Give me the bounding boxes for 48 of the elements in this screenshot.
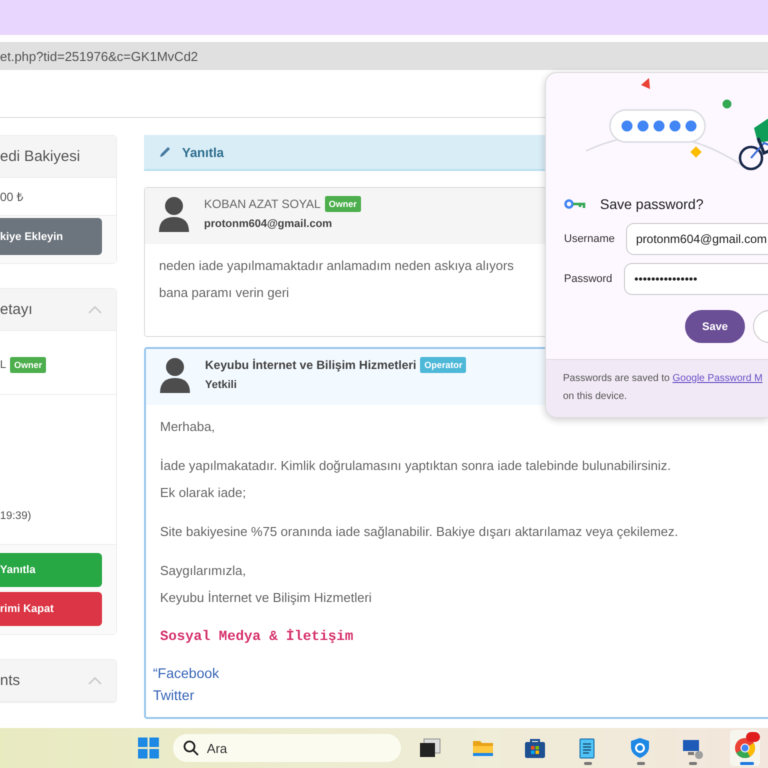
author-name: KOBAN AZAT SOYAL	[204, 197, 321, 211]
notification-badge-icon	[746, 732, 760, 742]
windows-start-icon	[138, 737, 159, 759]
role-badge: Operator	[420, 357, 466, 373]
message-text: Keyubu İnternet ve Bilişim Hizmetleri	[160, 589, 372, 607]
message-text: Site bakiyesine %75 oranında iade sağlanabilir. Bakiye dışarı aktarılamaz veya çekilemez.	[160, 523, 678, 541]
save-button[interactable]: Save	[685, 310, 745, 343]
detail-text: L	[0, 358, 6, 370]
message-text: neden iade yapılmamaktadır anlamadım neden askıya alıyors	[159, 257, 514, 275]
message-text: İade yapılmakatadır. Kimlik doğrulamasını yaptıktan sonra iade talebinde bulunabilirsiniz.	[160, 457, 671, 475]
input-field[interactable]: •••••••••••••••	[624, 263, 768, 295]
action-button[interactable]: Yanıtla	[0, 553, 102, 587]
section-heading: Sosyal Medya & İletişim	[160, 628, 354, 645]
role-badge: Owner	[10, 356, 46, 372]
message-text: Ek olarak iade;	[160, 484, 246, 502]
user-avatar-icon	[159, 196, 189, 232]
detail-text: 00 ₺	[0, 189, 24, 205]
user-avatar-icon	[160, 357, 190, 393]
dialog-title: Save password?	[600, 196, 704, 212]
panel-title: etayı	[0, 301, 33, 318]
author-subtitle: Yetkili	[205, 379, 238, 391]
action-button[interactable]: rimi Kapat	[0, 592, 102, 626]
key-icon	[564, 199, 586, 209]
role-badge: Owner	[324, 196, 361, 212]
input-field[interactable]: protonm604@gmail.com	[626, 223, 768, 255]
field-label: Username	[564, 233, 614, 245]
address-text[interactable]: et.php?tid=251976&c=GK1MvCd2	[0, 48, 198, 64]
action-button[interactable]: kiye Ekleyin	[0, 218, 102, 255]
password-manager-link[interactable]: Google Password M	[672, 373, 763, 384]
field-label: Password	[564, 273, 612, 285]
reply-label[interactable]: Yanıtla	[182, 144, 224, 160]
panel-title: nts	[0, 672, 20, 689]
message-text: bana paramı verin geri	[159, 284, 290, 302]
panel-title: edi Bakiyesi	[0, 148, 80, 165]
detail-text: 19:39)	[0, 510, 32, 522]
social-link[interactable]: Twitter	[153, 687, 194, 703]
shopping-bag-icon[interactable]	[523, 736, 548, 760]
pencil-icon	[158, 145, 172, 159]
author-subtitle: protonm604@gmail.com	[204, 218, 334, 230]
message-text: Merhaba,	[160, 418, 215, 436]
author-name: Keyubu İnternet ve Bilişim Hizmetleri	[205, 358, 416, 372]
search-icon	[182, 740, 199, 756]
message-text: Saygılarımızla,	[160, 562, 246, 580]
chrome-icon[interactable]	[732, 736, 757, 760]
social-link[interactable]: “Facebook	[153, 665, 220, 681]
search-field[interactable]: Ara	[172, 734, 401, 762]
storage-note: Passwords are saved to Google Password M on this device.	[563, 372, 764, 404]
window-stack-icon[interactable]	[418, 736, 442, 760]
